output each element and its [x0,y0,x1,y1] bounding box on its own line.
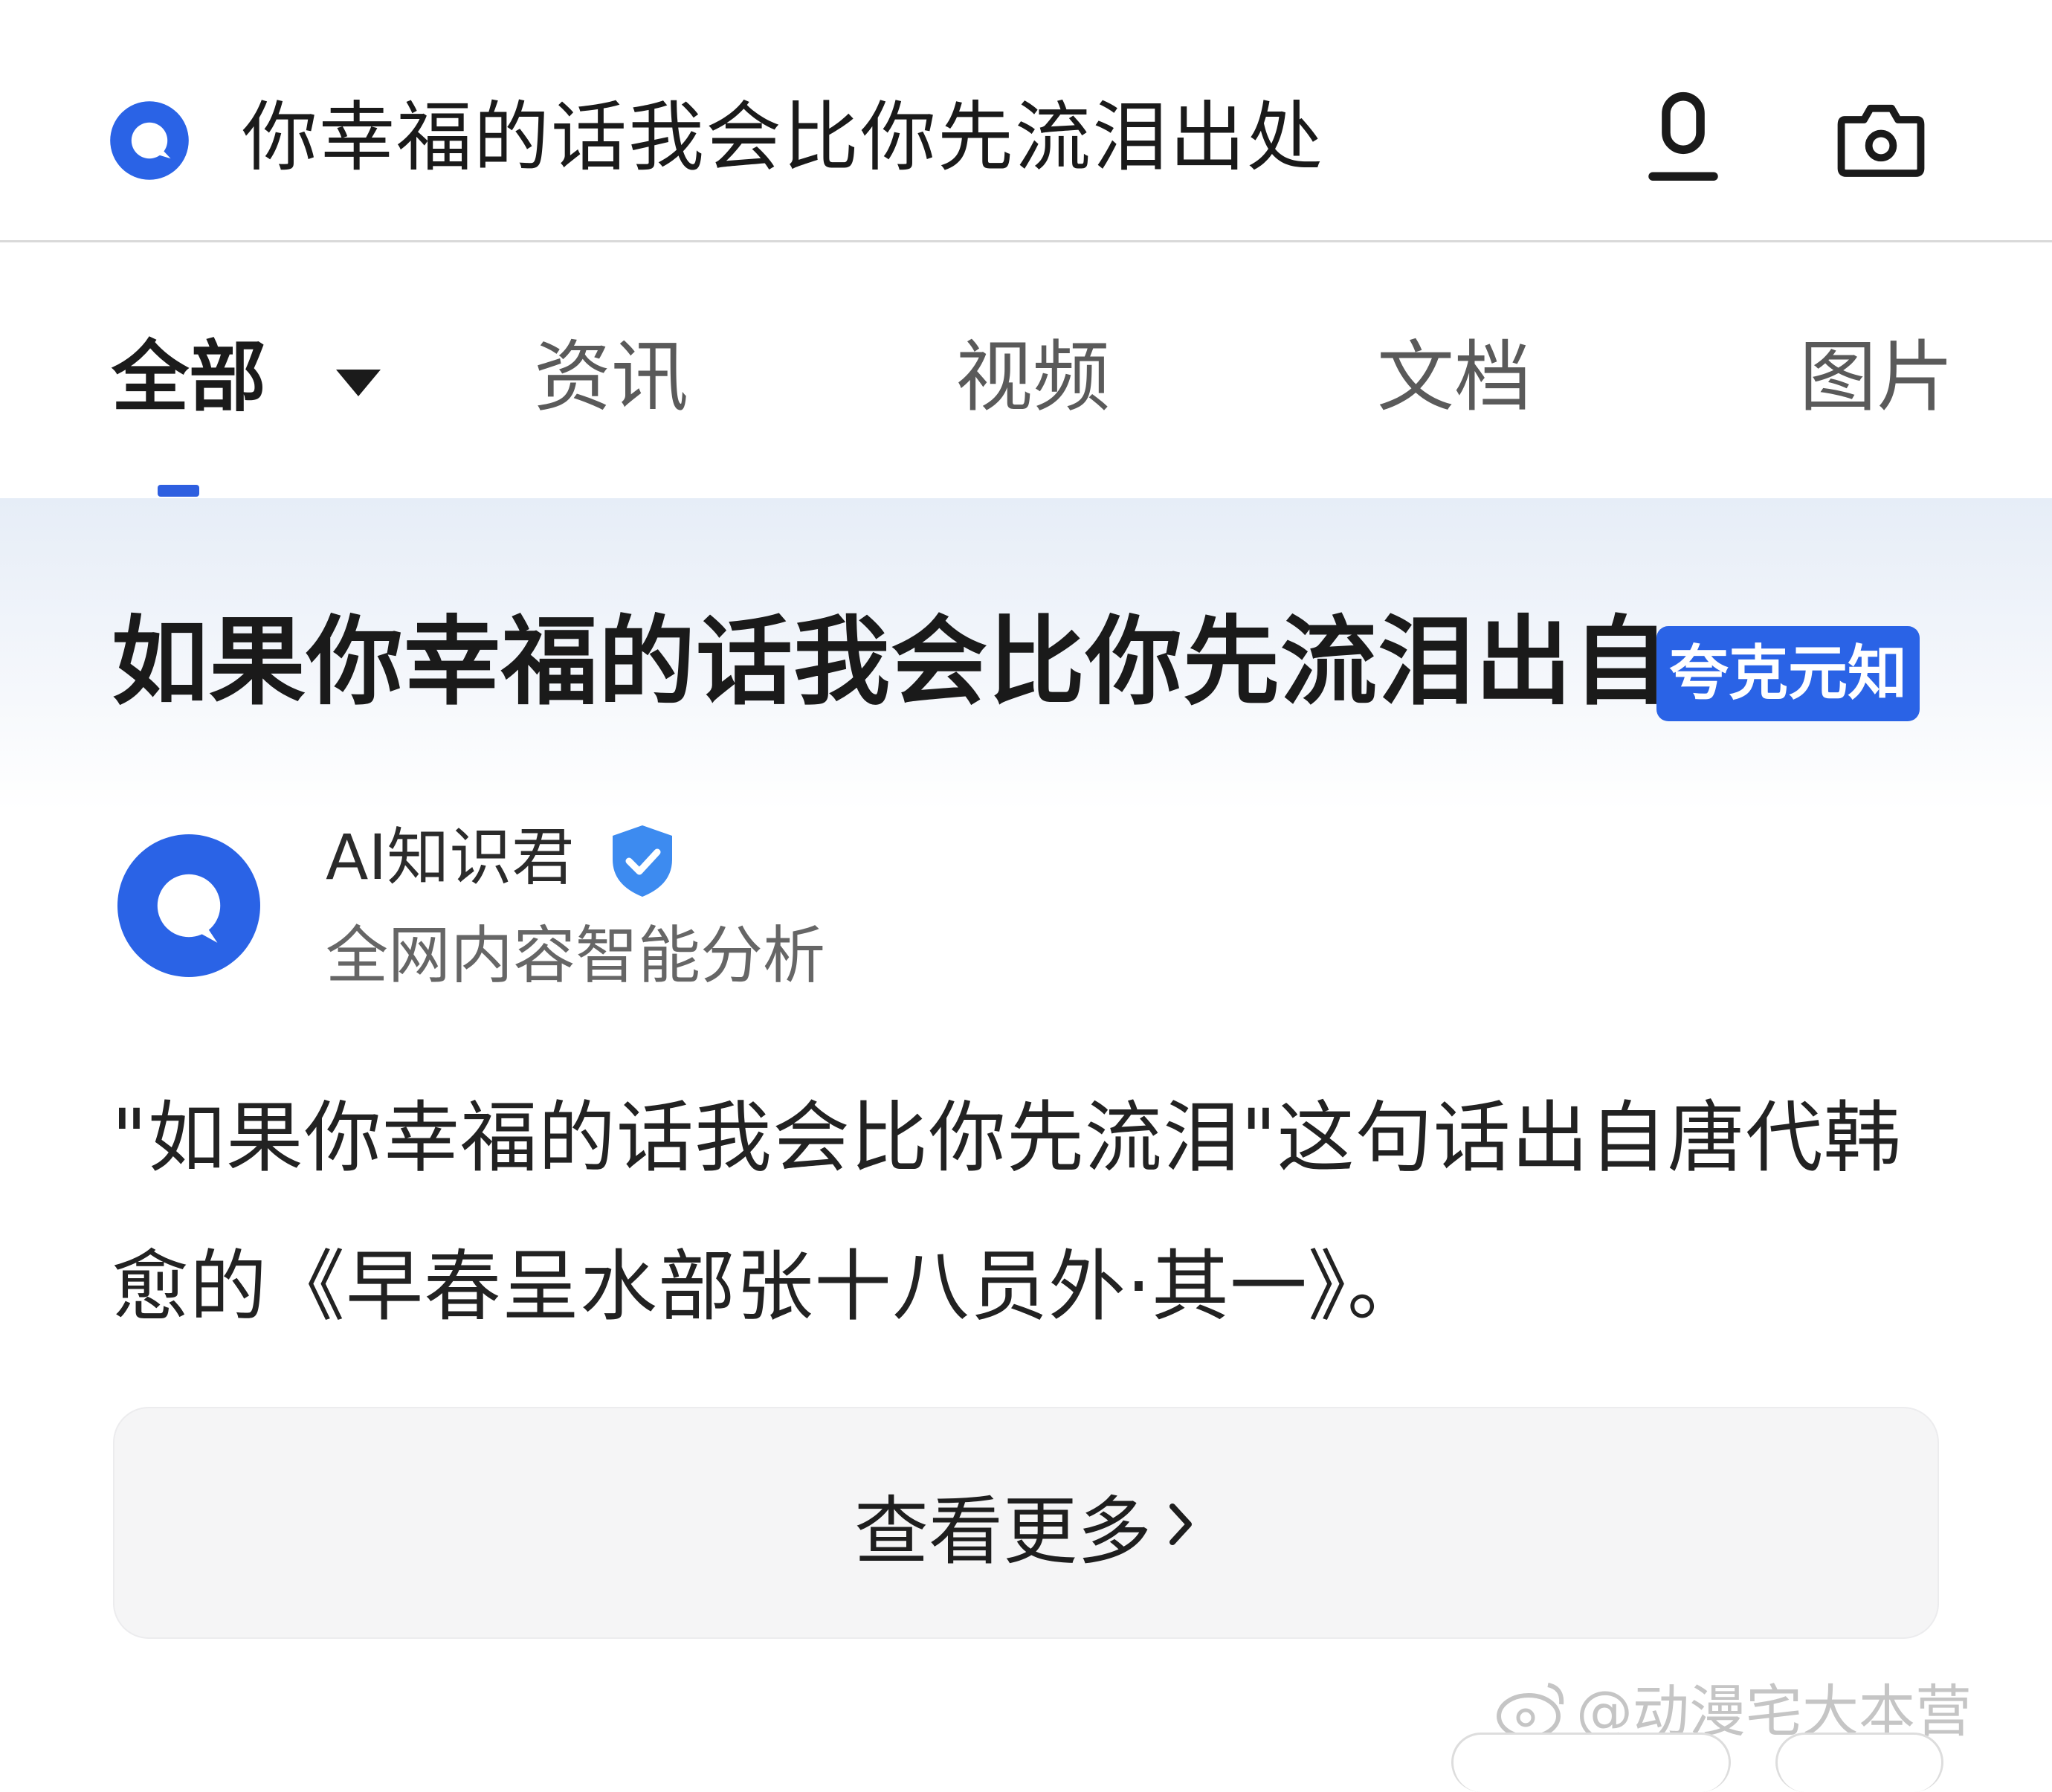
ai-answer-card: 如果你幸福的话我会比你先流泪出自 夸克元知 AI知识君 全网内容智能分析 "如果… [0,498,2052,1765]
search-query[interactable]: 你幸福的话我会比你先流泪出处 [242,89,1357,187]
microphone-icon[interactable] [1645,91,1722,186]
tab-documents[interactable]: 文档 [1377,329,1532,425]
author-avatar[interactable] [117,834,260,977]
bottom-action-pill[interactable] [1451,1733,1731,1792]
tab-video[interactable]: 视频 [955,329,1110,425]
quark-logo-icon[interactable] [109,100,190,181]
author-description: 全网内容智能分析 [326,919,826,992]
view-more-label: 查看更多 [854,1487,1152,1575]
author-name[interactable]: AI知识君 [326,816,574,898]
answer-title: 如果你幸福的话我会比你先流泪出自 [112,605,1671,718]
tab-all-label: 全部 [112,332,267,422]
chevron-right-icon [1169,1503,1192,1545]
tab-all[interactable]: 全部 [112,329,382,425]
category-tabs: 全部 资讯 视频 文档 图片 [0,242,2052,498]
search-bar: 你幸福的话我会比你先流泪出处 [0,0,2052,242]
brand-badge: 夸克元知 [1656,626,1920,721]
answer-text: "如果你幸福的话我会比你先流泪"这句话出自唐代韩愈的《早春呈水部张十八员外·其一… [112,1092,1902,1332]
view-more-button[interactable]: 查看更多 [113,1407,1939,1639]
tab-images[interactable]: 图片 [1799,329,1954,425]
verified-shield-icon [613,825,672,897]
active-tab-indicator [158,485,199,497]
caret-down-icon[interactable] [335,368,382,398]
camera-icon[interactable] [1836,97,1926,178]
weibo-logo-icon [1497,1683,1564,1739]
tab-news[interactable]: 资讯 [534,329,688,425]
bottom-action-pill[interactable] [1775,1733,1943,1792]
